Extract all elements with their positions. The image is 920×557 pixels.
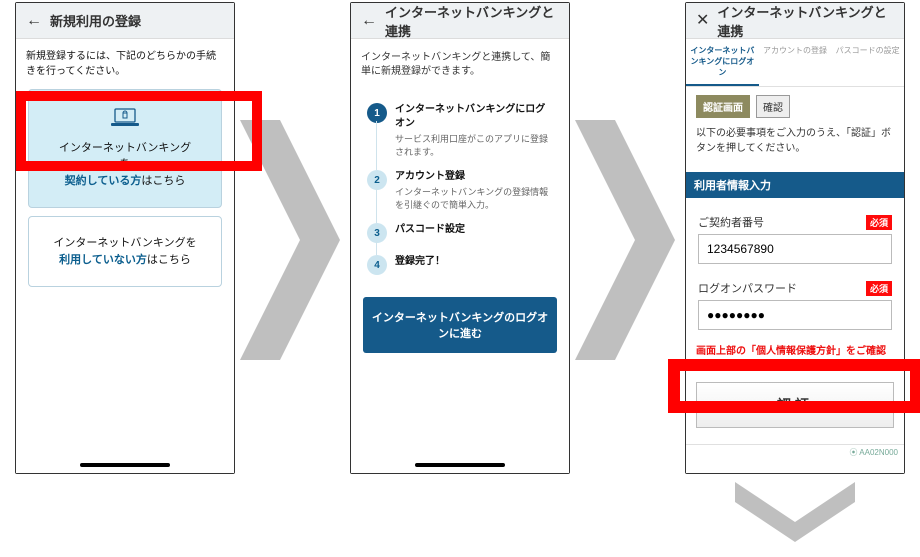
- lead-text: インターネットバンキングと連携して、簡単に新規登録ができます。: [361, 51, 559, 79]
- progress-tabs: インターネットバンキングにログオン アカウントの登録 パスコードの設定: [686, 39, 904, 87]
- required-badge: 必須: [866, 281, 892, 296]
- step-4: 4 登録完了！: [365, 249, 555, 281]
- phone-auth-form: ✕ インターネットバンキングと連携 インターネットバンキングにログオン アカウン…: [685, 2, 905, 474]
- back-icon[interactable]: ←: [26, 13, 42, 29]
- step-1: 1 インターネットバンキングにログオン サービス利用口座がこのアプリに登録されま…: [365, 97, 555, 164]
- phone-new-registration: ← 新規利用の登録 新規登録するには、下記のどちらかの手続きを行ってください。 …: [15, 2, 235, 474]
- appbar-title: インターネットバンキングと連携: [717, 2, 894, 40]
- form-header: 利用者情報入力: [686, 172, 904, 198]
- contract-number-input[interactable]: [698, 234, 892, 264]
- highlight-red-box: [16, 91, 262, 171]
- appbar: ← インターネットバンキングと連携: [351, 3, 569, 39]
- info-text: 以下の必要事項をご入力のうえ、「認証」ボタンを押してください。: [696, 126, 894, 156]
- instruction-text: 新規登録するには、下記のどちらかの手続きを行ってください。: [26, 49, 224, 79]
- flow-arrow-down-icon: [735, 482, 855, 545]
- proceed-logon-button[interactable]: インターネットバンキングのログオンに進む: [363, 297, 557, 353]
- phone-link-flow: ← インターネットバンキングと連携 インターネットバンキングと連携して、簡単に新…: [350, 2, 570, 474]
- password-input[interactable]: [698, 300, 892, 330]
- chip-confirm: 確認: [756, 95, 790, 118]
- flow-arrow-icon: [575, 120, 675, 360]
- tab-account[interactable]: アカウントの登録: [759, 39, 832, 86]
- appbar: ✕ インターネットバンキングと連携: [686, 3, 904, 39]
- close-icon[interactable]: ✕: [696, 13, 709, 29]
- step-3: 3 パスコード設定: [365, 217, 555, 249]
- contract-number-label: ご契約者番号: [698, 214, 764, 230]
- home-indicator: [415, 463, 505, 467]
- home-indicator: [80, 463, 170, 467]
- appbar-title: 新規利用の登録: [50, 11, 141, 30]
- screen-id: ⦿ AA02N000: [686, 444, 904, 460]
- chip-auth-screen: 認証画面: [696, 95, 750, 118]
- appbar-title: インターネットバンキングと連携: [385, 2, 559, 40]
- back-icon[interactable]: ←: [361, 13, 377, 29]
- step-list: 1 インターネットバンキングにログオン サービス利用口座がこのアプリに登録されま…: [361, 91, 559, 283]
- tab-passcode[interactable]: パスコードの設定: [831, 39, 904, 86]
- tab-logon[interactable]: インターネットバンキングにログオン: [686, 39, 759, 86]
- card-no-contract[interactable]: インターネットバンキングを 利用していない方はこちら: [28, 216, 222, 287]
- highlight-red-box: [668, 359, 920, 413]
- password-label: ログオンパスワード: [698, 280, 797, 296]
- appbar: ← 新規利用の登録: [16, 3, 234, 39]
- step-2: 2 アカウント登録 インターネットバンキングの登録情報を引継ぐので簡単入力。: [365, 164, 555, 217]
- required-badge: 必須: [866, 215, 892, 230]
